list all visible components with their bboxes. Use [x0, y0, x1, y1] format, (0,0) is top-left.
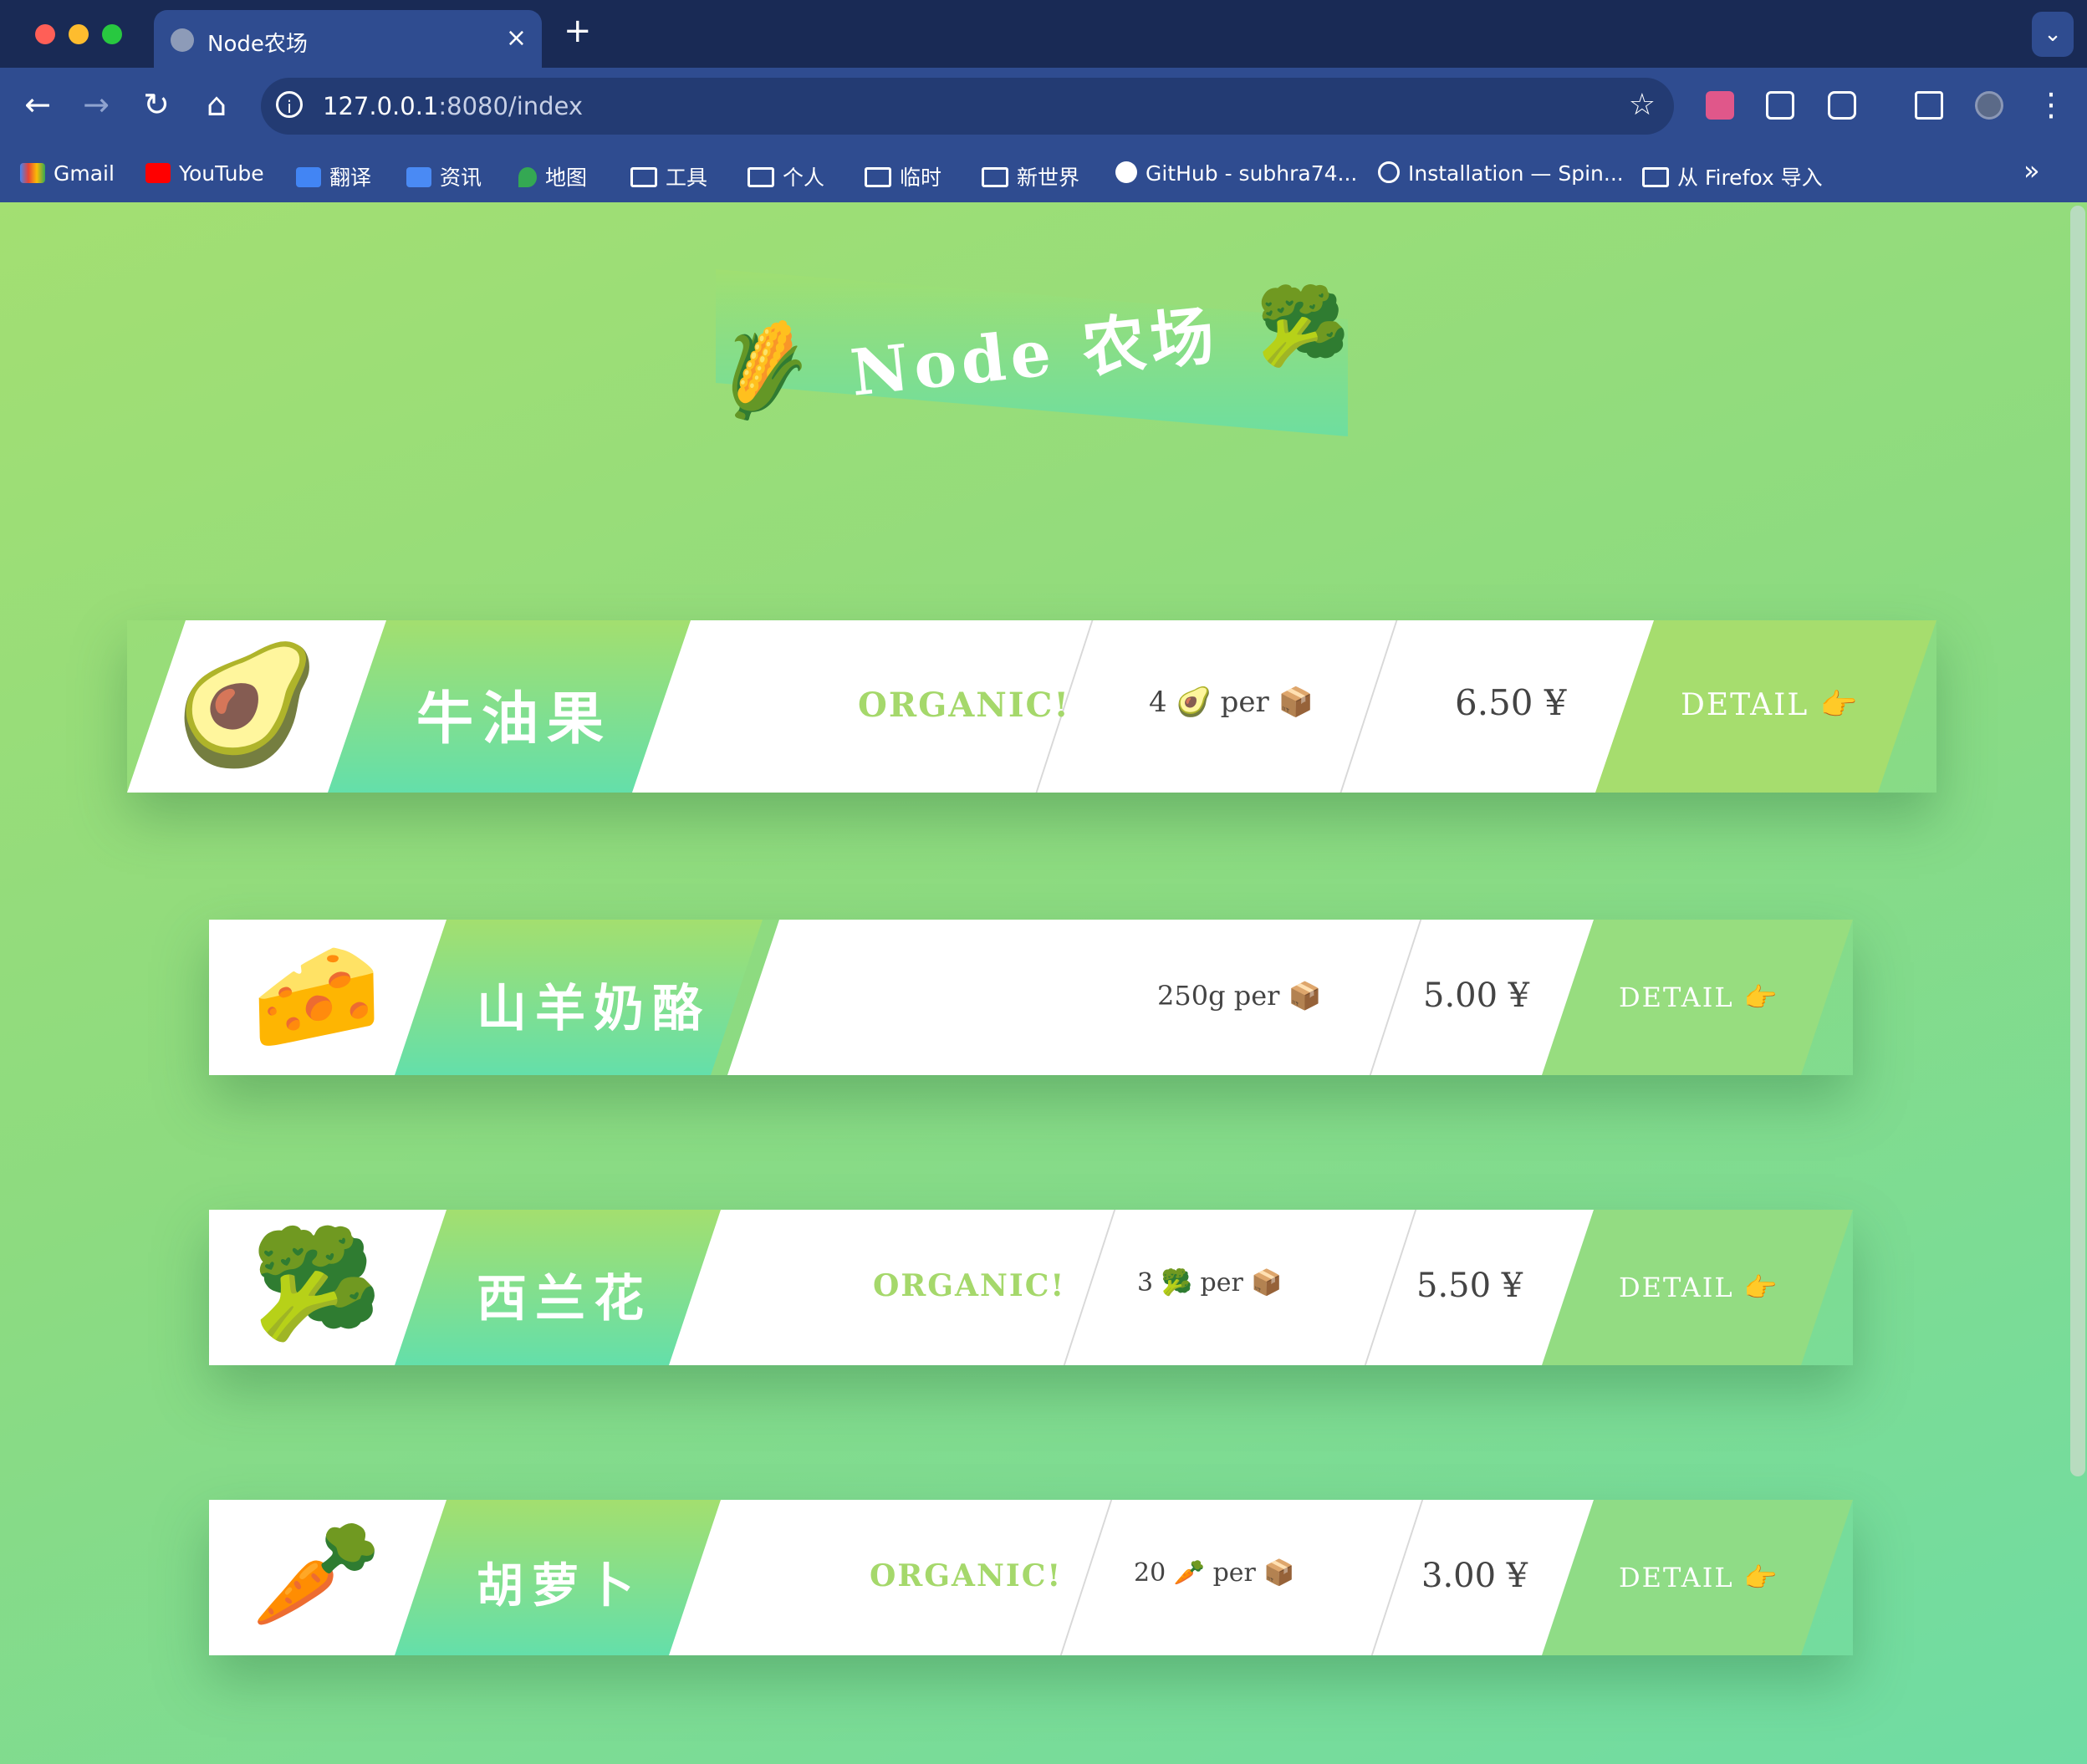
new-tab-button[interactable]: + — [564, 12, 592, 50]
price: 3.00 ¥ — [1421, 1557, 1528, 1595]
info-icon[interactable]: i — [276, 91, 303, 118]
profile-avatar[interactable] — [1975, 91, 2003, 120]
quantity-per-box: 250g per 📦 — [1157, 980, 1322, 1012]
quantity-per-box: 20 🥕 per 📦 — [1134, 1558, 1295, 1588]
github-icon — [1115, 161, 1137, 183]
product-name[interactable]: 胡萝卜 — [477, 1548, 642, 1616]
back-icon[interactable]: ← — [17, 86, 59, 123]
carrot-icon: 🥕 — [251, 1512, 382, 1635]
folder-icon — [630, 167, 657, 187]
home-icon[interactable]: ⌂ — [196, 86, 237, 123]
minimize-window-button[interactable] — [69, 24, 89, 44]
tab-search-button[interactable]: ⌄ — [2032, 12, 2074, 57]
bookmark-folder-personal[interactable]: 个人 — [748, 161, 824, 191]
quantity-per-box: 4 🥑 per 📦 — [1149, 686, 1314, 719]
product-name[interactable]: 西兰花 — [477, 1258, 652, 1331]
bookmark-folder-new-world[interactable]: 新世界 — [982, 161, 1079, 191]
organic-badge: ORGANIC! — [870, 1558, 1063, 1593]
openai-icon — [1378, 161, 1400, 183]
scrollbar[interactable] — [2070, 206, 2085, 1476]
google-maps-icon — [518, 167, 537, 187]
avocado-icon: 🥑 — [174, 637, 320, 773]
broccoli-icon: 🥦 — [1256, 283, 1350, 370]
close-window-button[interactable] — [35, 24, 55, 44]
quantity-per-box: 3 🥦 per 📦 — [1137, 1268, 1283, 1298]
bookmark-maps[interactable]: 地图 — [518, 161, 587, 191]
product-card: 🥦 西兰花 ORGANIC! 3 🥦 per 📦 5.50 ¥ DETAIL 👉 — [209, 1210, 1853, 1365]
product-card: 🥑 牛油果 ORGANIC! 4 🥑 per 📦 6.50 ¥ DETAIL 👉 — [127, 620, 1936, 793]
folder-icon — [865, 167, 891, 187]
detail-button[interactable]: DETAIL 👉 — [1619, 1562, 1779, 1593]
product-name[interactable]: 山羊奶酪 — [477, 968, 711, 1041]
google-translate-icon — [296, 167, 321, 187]
price: 5.00 ¥ — [1423, 976, 1530, 1015]
product-name[interactable]: 牛油果 — [416, 672, 612, 755]
detail-button[interactable]: DETAIL 👉 — [1681, 687, 1860, 722]
address-bar[interactable]: i 127.0.0.1:8080/index ☆ — [261, 78, 1674, 135]
youtube-icon — [145, 163, 171, 183]
reload-icon[interactable]: ↻ — [135, 86, 177, 123]
forward-icon[interactable]: → — [75, 86, 117, 123]
cheese-icon: 🧀 — [251, 934, 382, 1057]
maximize-window-button[interactable] — [102, 24, 122, 44]
product-card: 🧀 山羊奶酪 250g per 📦 5.00 ¥ DETAIL 👉 — [209, 920, 1853, 1075]
bookmark-github[interactable]: GitHub - subhra74... — [1115, 161, 1357, 186]
price: 6.50 ¥ — [1455, 682, 1567, 723]
close-tab-icon[interactable]: × — [506, 23, 527, 53]
side-panel-icon[interactable] — [1915, 91, 1943, 120]
broccoli-icon: 🥦 — [251, 1222, 382, 1345]
page-viewport: 🌽 Node 农场 🥦 🥑 牛油果 ORGANIC! 4 🥑 per 📦 6.5… — [0, 202, 2087, 1764]
product-card: 🥕 胡萝卜 ORGANIC! 20 🥕 per 📦 3.00 ¥ DETAIL … — [209, 1500, 1853, 1655]
detail-button[interactable]: DETAIL 👉 — [1619, 1272, 1779, 1303]
folder-icon — [748, 167, 774, 187]
folder-icon — [982, 167, 1008, 187]
star-icon[interactable]: ☆ — [1629, 88, 1656, 122]
url-text: 127.0.0.1:8080/index — [323, 92, 584, 120]
bookmarks-bar: Gmail YouTube 翻译 资讯 地图 工具 个人 临时 新世界 GitH… — [0, 148, 2087, 201]
globe-icon — [171, 28, 194, 52]
bookmark-folder-firefox-import[interactable]: 从 Firefox 导入 — [1642, 161, 1823, 191]
bookmark-gmail[interactable]: Gmail — [20, 161, 115, 186]
organic-badge: ORGANIC! — [873, 1268, 1066, 1303]
organic-badge: ORGANIC! — [858, 686, 1070, 725]
menu-icon[interactable]: ⋮ — [2030, 86, 2072, 123]
bookmark-translate[interactable]: 翻译 — [296, 161, 371, 191]
bookmark-news[interactable]: 资讯 — [406, 161, 482, 191]
translate-extension-icon[interactable] — [1706, 91, 1734, 120]
google-news-icon — [406, 167, 431, 187]
download-extension-icon[interactable] — [1766, 91, 1794, 120]
bookmark-installation[interactable]: Installation — Spin... — [1378, 161, 1624, 186]
tab-strip: Node农场 × + ⌄ — [0, 0, 2087, 68]
browser-toolbar: ← → ↻ ⌂ i 127.0.0.1:8080/index ☆ ⋮ Gmail… — [0, 68, 2087, 210]
tab-node-farm[interactable]: Node农场 × — [154, 10, 542, 68]
bookmark-youtube[interactable]: YouTube — [145, 161, 264, 186]
bookmark-folder-temp[interactable]: 临时 — [865, 161, 941, 191]
gmail-icon — [20, 163, 45, 183]
price: 5.50 ¥ — [1416, 1267, 1523, 1305]
folder-icon — [1642, 167, 1669, 187]
extensions-icon[interactable] — [1828, 91, 1856, 120]
tab-title: Node农场 — [207, 32, 308, 57]
more-bookmarks-icon[interactable]: » — [2023, 155, 2040, 186]
bookmark-folder-tools[interactable]: 工具 — [630, 161, 707, 191]
detail-button[interactable]: DETAIL 👉 — [1619, 981, 1779, 1013]
